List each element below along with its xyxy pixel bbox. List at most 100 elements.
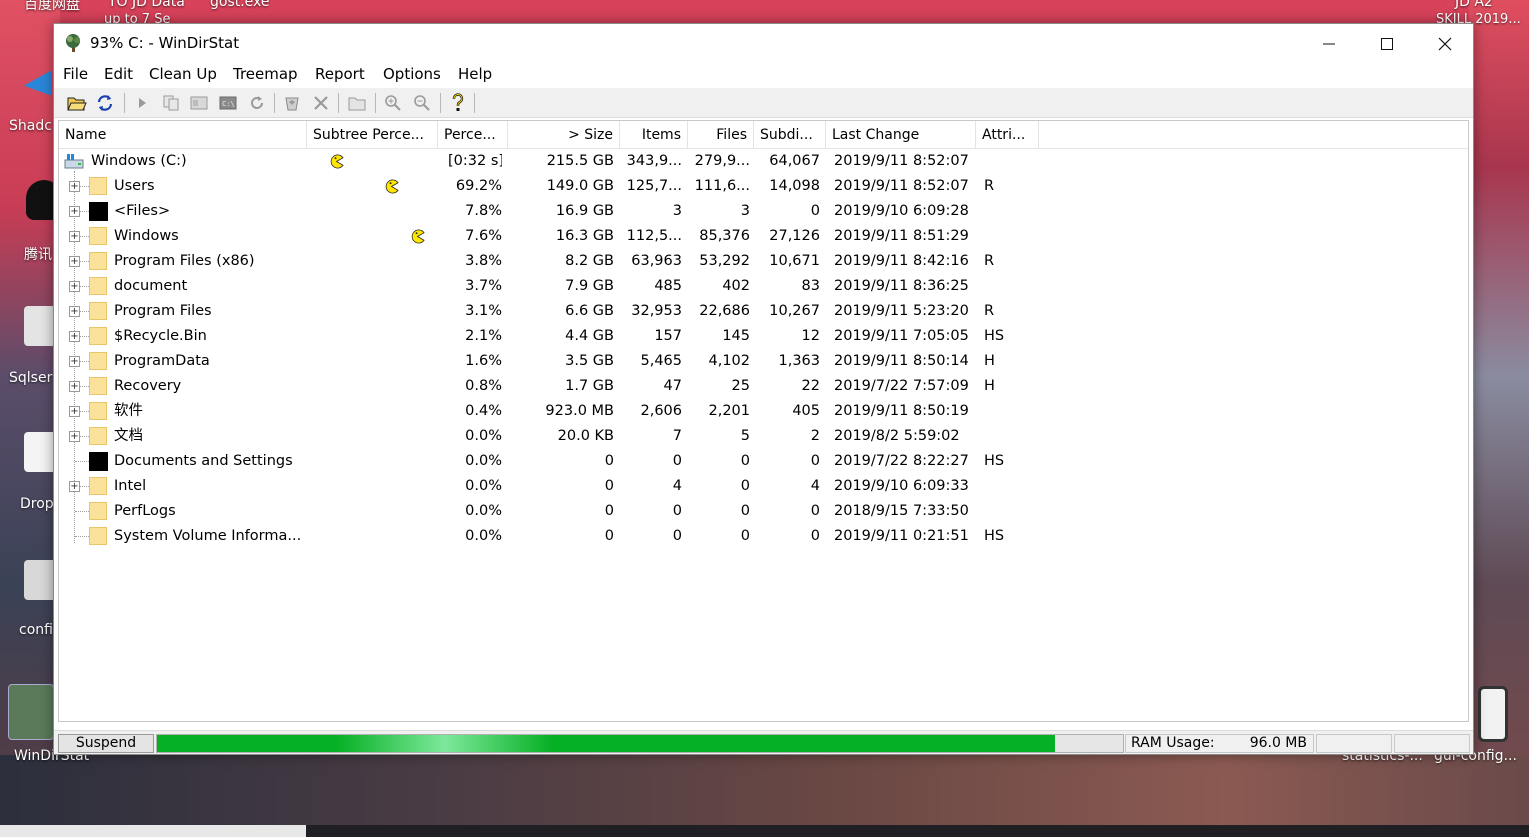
menu-treemap[interactable]: Treemap <box>233 65 298 83</box>
close-icon <box>1438 37 1452 50</box>
menu-options[interactable]: Options <box>383 65 441 83</box>
column-header-subtree-percent[interactable]: Subtree Perce... <box>307 121 438 149</box>
column-header-percent[interactable]: Perce... <box>438 121 508 149</box>
column-header-items[interactable]: Items <box>620 121 688 149</box>
expand-icon[interactable]: + <box>69 306 80 317</box>
refresh-selected-button[interactable] <box>246 92 268 114</box>
row-percent: 0.0% <box>465 428 502 444</box>
config-shortcut-icon[interactable] <box>1478 686 1508 742</box>
table-row[interactable]: + Users 69.2% 149.0 GB 125,7... 111,6... 14,09… <box>59 174 1468 199</box>
table-row[interactable]: + $Recycle.Bin 2.1% 4.4 GB 157 145 12 2019/9/11… <box>59 324 1468 349</box>
maximize-button[interactable] <box>1358 24 1416 63</box>
toolbar-separator <box>474 93 475 113</box>
column-header-last-change[interactable]: Last Change <box>826 121 976 149</box>
column-header-name[interactable]: Name <box>59 121 307 149</box>
menu-report[interactable]: Report <box>315 65 365 83</box>
row-subdirs: 4 <box>810 478 820 494</box>
desktop-label[interactable]: Drop <box>20 496 54 512</box>
menu-bar: File Edit Clean Up Treemap Report Option… <box>54 63 1473 87</box>
table-row[interactable]: + Intel 0.0% 0 4 0 4 2019/9/10 6:09:33 <box>59 474 1468 499</box>
row-last-change: 2019/8/2 5:59:02 <box>834 428 960 444</box>
table-row[interactable]: System Volume Informa... 0.0% 0 0 0 0 2019/9/1… <box>59 524 1468 549</box>
folder-icon <box>89 177 107 195</box>
table-row-root[interactable]: Windows (C:) [0:32 s] 215.5 GB 343,9... … <box>59 149 1468 174</box>
menu-file[interactable]: File <box>63 65 88 83</box>
desktop-label[interactable]: 百度网盘 <box>24 0 80 14</box>
desktop-label[interactable]: Shadc <box>9 118 52 134</box>
table-row[interactable]: + Recovery 0.8% 1.7 GB 47 25 22 2019/7/22 7:57:… <box>59 374 1468 399</box>
new-folder-button[interactable] <box>346 92 368 114</box>
title-bar[interactable]: 93% C: - WinDirStat <box>54 24 1473 63</box>
pacman-icon <box>330 154 344 169</box>
help-button[interactable] <box>447 92 469 114</box>
copy-path-button[interactable] <box>160 92 182 114</box>
close-button[interactable] <box>1416 24 1474 63</box>
pacman-icon <box>385 179 399 194</box>
expand-icon[interactable]: + <box>69 356 80 367</box>
refresh-all-button[interactable] <box>94 92 116 114</box>
table-row[interactable]: + Windows 7.6% 16.3 GB 112,5... 85,376 27,126 2… <box>59 224 1468 249</box>
table-row[interactable]: + document 3.7% 7.9 GB 485 402 83 2019/9/11 8:3… <box>59 274 1468 299</box>
explorer-button[interactable] <box>188 92 210 114</box>
desktop-label[interactable]: confi <box>19 622 53 638</box>
table-row[interactable]: + 软件 0.4% 923.0 MB 2,606 2,201 405 2019/9/11 8:… <box>59 399 1468 424</box>
expand-icon[interactable]: + <box>69 381 80 392</box>
menu-edit[interactable]: Edit <box>104 65 133 83</box>
desktop-label[interactable]: TO JD Data <box>108 0 185 10</box>
delete-recycle-icon <box>285 97 299 111</box>
row-percent: 0.0% <box>465 503 502 519</box>
delete-recycle-button[interactable] <box>281 92 303 114</box>
desktop-label[interactable]: gost.exe <box>210 0 270 10</box>
column-header-size[interactable]: > Size <box>508 121 620 149</box>
row-percent: 2.1% <box>465 328 502 344</box>
root-attributes <box>984 149 1034 174</box>
zoom-in-button[interactable] <box>382 92 404 114</box>
column-header-subdirs[interactable]: Subdi... <box>754 121 826 149</box>
table-row[interactable]: + <Files> 7.8% 16.9 GB 3 3 0 2019/9/10 6:09:28 <box>59 199 1468 224</box>
table-row[interactable]: Documents and Settings 0.0% 0 0 0 0 2019/7/22 … <box>59 449 1468 474</box>
table-row[interactable]: + Program Files 3.1% 6.6 GB 32,953 22,686 10,2… <box>59 299 1468 324</box>
command-prompt-button[interactable]: C:\ <box>217 92 239 114</box>
open-button[interactable] <box>66 92 88 114</box>
windirstat-shortcut-icon[interactable] <box>8 684 54 740</box>
expand-icon[interactable]: + <box>69 231 80 242</box>
delete-button[interactable] <box>310 92 332 114</box>
expand-icon[interactable]: + <box>69 331 80 342</box>
table-row[interactable]: + ProgramData 1.6% 3.5 GB 5,465 4,102 1,363 201… <box>59 349 1468 374</box>
play-button[interactable] <box>131 92 153 114</box>
expand-icon[interactable]: + <box>69 431 80 442</box>
zoom-out-button[interactable] <box>411 92 433 114</box>
expand-icon[interactable]: + <box>69 406 80 417</box>
expand-icon[interactable]: + <box>69 256 80 267</box>
row-subdirs: 0 <box>810 528 820 544</box>
desktop-label[interactable]: 腾讯 <box>24 244 52 264</box>
column-header-files[interactable]: Files <box>688 121 754 149</box>
desktop-label[interactable]: Sqlser <box>9 370 52 386</box>
menu-clean-up[interactable]: Clean Up <box>149 65 217 83</box>
directory-list[interactable]: Name Subtree Perce... Perce... > Size It… <box>58 120 1469 722</box>
expand-icon[interactable]: + <box>69 206 80 217</box>
minimize-button[interactable] <box>1300 24 1358 63</box>
row-attributes: HS <box>984 453 1005 469</box>
row-files: 53,292 <box>699 253 750 269</box>
folder-icon <box>89 477 107 495</box>
column-header-attributes[interactable]: Attri... <box>976 121 1039 149</box>
taskbar-apps <box>306 825 1529 837</box>
expand-icon[interactable]: + <box>69 281 80 292</box>
table-row[interactable]: PerfLogs 0.0% 0 0 0 0 2018/9/15 7:33:50 <box>59 499 1468 524</box>
folder-icon <box>89 302 107 320</box>
expand-icon[interactable]: + <box>69 481 80 492</box>
row-last-change: 2019/7/22 8:22:27 <box>834 453 969 469</box>
row-last-change: 2019/9/11 5:23:20 <box>834 303 969 319</box>
desktop-label[interactable]: JD A2 <box>1455 0 1493 10</box>
suspend-button[interactable]: Suspend <box>58 734 154 753</box>
row-files: 4,102 <box>708 353 750 369</box>
row-items: 157 <box>654 328 682 344</box>
row-subdirs: 2 <box>810 428 820 444</box>
table-row[interactable]: + 文档 0.0% 20.0 KB 7 5 2 2019/8/2 5:59:02 <box>59 424 1468 449</box>
table-row[interactable]: + Program Files (x86) 3.8% 8.2 GB 63,963 53,2… <box>59 249 1468 274</box>
scan-progress-bar <box>156 734 1124 753</box>
menu-help[interactable]: Help <box>458 65 492 83</box>
row-last-change: 2019/9/11 7:05:05 <box>834 328 969 344</box>
expand-icon[interactable]: + <box>69 181 80 192</box>
